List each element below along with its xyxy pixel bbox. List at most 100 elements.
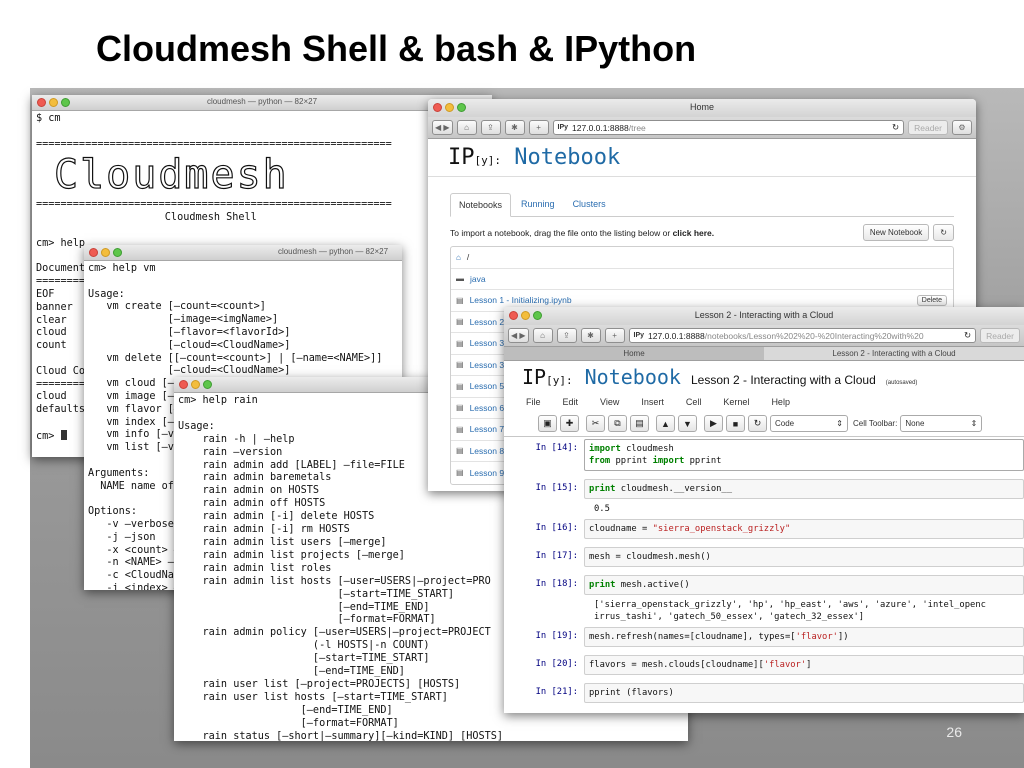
stop-icon[interactable]: ■	[726, 415, 745, 432]
notebook-name[interactable]: Lesson 2 - Interacting with a Cloud	[691, 373, 876, 387]
breadcrumb[interactable]: ⌂ /	[451, 247, 953, 269]
cell-input[interactable]: import cloudmesh from pprint import ppri…	[584, 439, 1024, 471]
code-keyword: from	[589, 456, 611, 466]
insert-cell-icon[interactable]: ✚	[560, 415, 579, 432]
cell-prompt: In [21]:	[535, 687, 578, 697]
import-row: To import a notebook, drag the file onto…	[450, 224, 954, 241]
menu-file[interactable]: File	[526, 397, 541, 407]
new-notebook-button[interactable]: New Notebook	[862, 224, 930, 241]
notebook-content: IP[y]: Notebook Lesson 2 - Interacting w…	[504, 361, 1024, 703]
browser-title: Lesson 2 - Interacting with a Cloud	[694, 310, 834, 320]
cell-input[interactable]: mesh = cloudmesh.mesh()	[584, 547, 1024, 567]
cell-input[interactable]: mesh.refresh(names=[cloudname], types=['…	[584, 627, 1024, 647]
code-cell[interactable]: In [21]: pprint (flavors)	[528, 683, 1024, 703]
delete-button[interactable]: Delete	[916, 294, 947, 306]
cell-input[interactable]: pprint (flavors)	[584, 683, 1024, 703]
extensions-icon[interactable]: ✱	[580, 328, 601, 343]
code-text: mesh.refresh(names=[cloudname], types=[	[589, 632, 796, 642]
code-text: pprint	[684, 456, 722, 466]
browser-toolbar: ◀ ▶ ⌂ ⇪ ✱ + IPy 127.0.0.1:8888/tree ↻ Re…	[428, 117, 976, 139]
home-icon[interactable]: ⌂	[532, 328, 553, 343]
logo-y: [y]:	[474, 154, 502, 167]
cell-prompt: In [14]:	[535, 443, 578, 453]
file-name: Lesson 2	[469, 316, 505, 327]
reader-button[interactable]: Reader	[980, 328, 1020, 343]
tab-notebooks[interactable]: Notebooks	[450, 193, 512, 217]
refresh-icon[interactable]: ↻	[933, 224, 954, 241]
code-cell[interactable]: In [19]: mesh.refresh(names=[cloudname],…	[528, 627, 1024, 647]
browser-titlebar[interactable]: Lesson 2 - Interacting with a Cloud	[504, 307, 1024, 325]
terminal-titlebar[interactable]: cloudmesh — python — 82×27	[84, 245, 402, 261]
list-item-folder[interactable]: ▬ java	[451, 269, 953, 290]
settings-icon[interactable]: ⚙	[952, 120, 972, 135]
home-icon[interactable]: ⌂	[456, 120, 477, 135]
menu-edit[interactable]: Edit	[563, 397, 579, 407]
code-text: ])	[837, 632, 849, 642]
new-tab-button[interactable]: +	[528, 120, 549, 135]
url-bar[interactable]: IPy 127.0.0.1:8888/tree ↻	[552, 120, 905, 135]
menu-insert[interactable]: Insert	[641, 397, 664, 407]
copy-icon[interactable]: ⧉	[608, 415, 627, 432]
notebook-icon: ▤	[456, 381, 464, 391]
cell-input[interactable]: flavors = mesh.clouds[cloudname]['flavor…	[584, 655, 1024, 675]
code-cell[interactable]: In [17]: mesh = cloudmesh.mesh()	[528, 547, 1024, 567]
code-cell[interactable]: In [14]: import cloudmesh from pprint im…	[528, 439, 1024, 471]
terminal-output-top: $ cm ===================================…	[36, 113, 392, 150]
cell-type-value: Code	[775, 419, 795, 428]
restart-icon[interactable]: ↻	[748, 415, 767, 432]
url-path: /notebooks/Lesson%202%20-%20Interacting%…	[704, 330, 924, 341]
terminal-titlebar[interactable]: cloudmesh — python — 82×27	[32, 95, 492, 111]
code-cell[interactable]: In [18]: print mesh.active()	[528, 575, 1024, 595]
code-text: cloudname =	[589, 524, 653, 534]
move-up-icon[interactable]: ▲	[656, 415, 675, 432]
notebook-icon: ▤	[456, 338, 464, 348]
ipython-logo: IP[y]: Notebook	[522, 365, 681, 389]
click-here-link[interactable]: click here.	[673, 228, 715, 238]
reload-icon[interactable]: ↻	[892, 122, 899, 133]
back-forward-button[interactable]: ◀ ▶	[508, 328, 529, 343]
tab-lesson-2[interactable]: Lesson 2 - Interacting with a Cloud	[764, 347, 1024, 360]
paste-icon[interactable]: ▤	[630, 415, 649, 432]
notebook-icon: ▤	[456, 468, 464, 478]
tab-home[interactable]: Home	[504, 347, 764, 360]
notebook-icon: ▤	[456, 317, 464, 327]
share-icon[interactable]: ⇪	[556, 328, 577, 343]
tab-running[interactable]: Running	[513, 193, 563, 216]
cell-toolbar-select[interactable]: None ⇕	[900, 415, 983, 432]
code-string: 'flavor'	[795, 632, 838, 642]
folder-icon: ▬	[456, 274, 464, 284]
cell-output: 0.5	[594, 504, 610, 514]
menu-view[interactable]: View	[600, 397, 619, 407]
cell-toolbar-value: None	[905, 419, 925, 428]
extensions-icon[interactable]: ✱	[504, 120, 525, 135]
cut-icon[interactable]: ✂	[586, 415, 605, 432]
cell-input[interactable]: print mesh.active()	[584, 575, 1024, 595]
browser-titlebar[interactable]: Home	[428, 99, 976, 117]
save-icon[interactable]: ▣	[538, 415, 557, 432]
code-cell[interactable]: In [15]: print cloudmesh.__version__	[528, 479, 1024, 499]
cell-toolbar-label: Cell Toolbar:	[853, 419, 898, 428]
menu-cell[interactable]: Cell	[686, 397, 702, 407]
move-down-icon[interactable]: ▼	[678, 415, 697, 432]
code-cell[interactable]: In [20]: flavors = mesh.clouds[cloudname…	[528, 655, 1024, 675]
back-forward-button[interactable]: ◀ ▶	[432, 120, 453, 135]
cell-type-select[interactable]: Code ⇕	[770, 415, 848, 432]
reader-button[interactable]: Reader	[908, 120, 948, 135]
new-tab-button[interactable]: +	[604, 328, 625, 343]
url-bar[interactable]: IPy 127.0.0.1:8888/notebooks/Lesson%202%…	[628, 328, 977, 343]
code-cell[interactable]: In [16]: cloudname = "sierra_openstack_g…	[528, 519, 1024, 539]
file-name: Lesson 9	[469, 467, 505, 478]
menu-kernel[interactable]: Kernel	[723, 397, 749, 407]
reload-icon[interactable]: ↻	[964, 330, 971, 341]
file-name: Lesson 3	[469, 338, 505, 349]
share-icon[interactable]: ⇪	[480, 120, 501, 135]
browser-window-lesson-2: Lesson 2 - Interacting with a Cloud ◀ ▶ …	[504, 307, 1024, 713]
logo-notebook: Notebook	[584, 365, 681, 389]
run-icon[interactable]: ▶	[704, 415, 723, 432]
tab-clusters[interactable]: Clusters	[565, 193, 614, 216]
menu-help[interactable]: Help	[771, 397, 790, 407]
logo-ip: IP	[522, 365, 547, 389]
notebook-icon: ▤	[456, 403, 464, 413]
cell-input[interactable]: cloudname = "sierra_openstack_grizzly"	[584, 519, 1024, 539]
cell-input[interactable]: print cloudmesh.__version__	[584, 479, 1024, 499]
